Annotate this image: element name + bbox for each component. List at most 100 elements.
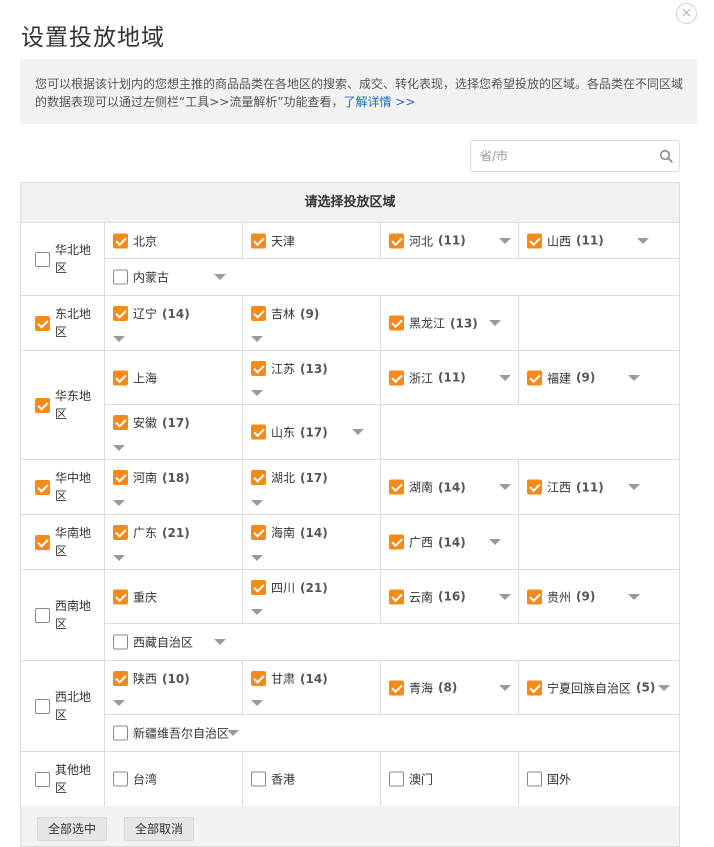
province-name: 宁夏回族自治区 xyxy=(547,681,632,695)
province-checkbox[interactable] xyxy=(113,771,128,787)
province-cell: 黑龙江 (13) xyxy=(381,296,519,350)
province-checkbox[interactable] xyxy=(527,233,542,248)
chevron-down-icon[interactable] xyxy=(499,593,511,600)
region-label-cell: 西北地区 xyxy=(21,661,105,751)
province-row: 新疆维吾尔自治区 xyxy=(105,715,679,751)
region-checkbox[interactable] xyxy=(35,479,50,495)
province-name: 贵州 xyxy=(547,590,572,604)
province-name: 国外 xyxy=(547,772,572,787)
province-name: 上海 xyxy=(133,371,158,385)
province-checkbox[interactable] xyxy=(389,315,404,331)
chevron-down-icon[interactable] xyxy=(251,555,263,561)
region-table: 请选择投放区域 华北地区 北京 天津 河北 (11) 山西 (11) 内蒙古 东北地区 辽宁 (14… xyxy=(20,182,680,808)
province-checkbox[interactable] xyxy=(527,680,542,695)
province-cell: 内蒙古 xyxy=(105,259,226,295)
province-checkbox[interactable] xyxy=(389,233,404,248)
province-cell: 云南 (16) xyxy=(381,570,519,623)
chevron-down-icon[interactable] xyxy=(227,730,239,736)
province-checkbox[interactable] xyxy=(389,771,404,787)
chevron-down-icon[interactable] xyxy=(499,374,511,381)
province-checkbox[interactable] xyxy=(527,479,542,495)
close-button[interactable]: × xyxy=(676,3,697,24)
province-checkbox[interactable] xyxy=(251,424,266,440)
region-checkbox[interactable] xyxy=(35,698,50,714)
province-cell: 陕西 (10) xyxy=(105,661,243,714)
province-checkbox[interactable] xyxy=(113,269,128,285)
province-checkbox[interactable] xyxy=(251,525,266,540)
chevron-down-icon[interactable] xyxy=(113,445,125,451)
detail-link[interactable]: 了解详情 >> xyxy=(344,95,416,109)
province-row: 广东 (21) 海南 (14) 广西 (14) xyxy=(105,515,679,569)
province-checkbox[interactable] xyxy=(251,771,266,787)
region-checkbox[interactable] xyxy=(35,315,50,331)
chevron-down-icon[interactable] xyxy=(113,700,125,706)
chevron-down-icon[interactable] xyxy=(352,429,364,435)
province-checkbox[interactable] xyxy=(527,589,542,604)
province-checkbox[interactable] xyxy=(527,771,542,787)
chevron-down-icon[interactable] xyxy=(499,237,511,244)
province-cell: 山东 (17) xyxy=(243,405,381,459)
province-checkbox[interactable] xyxy=(251,470,266,485)
region-checkbox[interactable] xyxy=(35,607,50,623)
province-cell: 宁夏回族自治区 (5) xyxy=(519,661,679,714)
chevron-down-icon[interactable] xyxy=(628,593,640,600)
province-checkbox[interactable] xyxy=(251,580,266,595)
province-cell: 广东 (21) xyxy=(105,515,243,569)
chevron-down-icon[interactable] xyxy=(628,484,640,490)
region-checkbox[interactable] xyxy=(35,397,50,413)
province-row: 台湾 香港 澳门 国外 xyxy=(105,752,679,806)
province-checkbox[interactable] xyxy=(113,671,128,686)
chevron-down-icon[interactable] xyxy=(489,539,501,545)
province-checkbox[interactable] xyxy=(113,306,128,321)
province-name: 河南 xyxy=(133,471,158,485)
chevron-down-icon[interactable] xyxy=(628,374,640,381)
province-checkbox[interactable] xyxy=(113,634,128,650)
chevron-down-icon[interactable] xyxy=(113,500,125,506)
province-checkbox[interactable] xyxy=(113,370,128,385)
chevron-down-icon[interactable] xyxy=(251,609,263,615)
search-icon[interactable] xyxy=(659,149,673,163)
chevron-down-icon[interactable] xyxy=(251,390,263,396)
chevron-down-icon[interactable] xyxy=(658,684,670,691)
city-count: (17) xyxy=(162,415,190,430)
province-checkbox[interactable] xyxy=(389,479,404,495)
province-checkbox[interactable] xyxy=(113,415,128,430)
chevron-down-icon[interactable] xyxy=(251,336,263,342)
deselect-all-button[interactable]: 全部取消 xyxy=(124,817,195,841)
chevron-down-icon[interactable] xyxy=(214,639,226,645)
chevron-down-icon[interactable] xyxy=(251,700,263,706)
chevron-down-icon[interactable] xyxy=(489,320,501,326)
chevron-down-icon[interactable] xyxy=(113,555,125,561)
province-checkbox[interactable] xyxy=(113,725,128,741)
chevron-down-icon[interactable] xyxy=(499,684,511,691)
province-checkbox[interactable] xyxy=(527,370,542,385)
province-checkbox[interactable] xyxy=(389,534,404,550)
province-checkbox[interactable] xyxy=(251,233,266,248)
province-checkbox[interactable] xyxy=(113,525,128,540)
province-checkbox[interactable] xyxy=(113,470,128,485)
select-all-button[interactable]: 全部选中 xyxy=(37,817,108,841)
search-input[interactable] xyxy=(471,141,646,171)
chevron-down-icon[interactable] xyxy=(251,500,263,506)
province-checkbox[interactable] xyxy=(113,233,128,248)
region-name: 华南地区 xyxy=(55,526,92,558)
chevron-down-icon[interactable] xyxy=(113,336,125,342)
region-group: 西北地区 陕西 (10) 甘肃 (14) 青海 (8) 宁夏回族自治区 (5) 新疆维吾尔自治区 xyxy=(21,661,679,752)
region-checkbox[interactable] xyxy=(35,771,50,787)
province-checkbox[interactable] xyxy=(251,671,266,686)
region-checkbox[interactable] xyxy=(35,534,50,550)
province-checkbox[interactable] xyxy=(251,306,266,321)
province-checkbox[interactable] xyxy=(251,361,266,376)
dialog-title: 设置投放地域 xyxy=(21,25,165,51)
province-checkbox[interactable] xyxy=(389,370,404,385)
chevron-down-icon[interactable] xyxy=(637,237,649,244)
province-checkbox[interactable] xyxy=(389,680,404,695)
chevron-down-icon[interactable] xyxy=(214,274,226,280)
province-checkbox[interactable] xyxy=(113,589,128,604)
province-cell: 安徽 (17) xyxy=(105,405,243,459)
region-checkbox[interactable] xyxy=(35,251,50,267)
chevron-down-icon[interactable] xyxy=(499,484,511,490)
province-name: 湖北 xyxy=(271,471,296,485)
province-cell: 湖南 (14) xyxy=(381,460,519,514)
province-checkbox[interactable] xyxy=(389,589,404,604)
